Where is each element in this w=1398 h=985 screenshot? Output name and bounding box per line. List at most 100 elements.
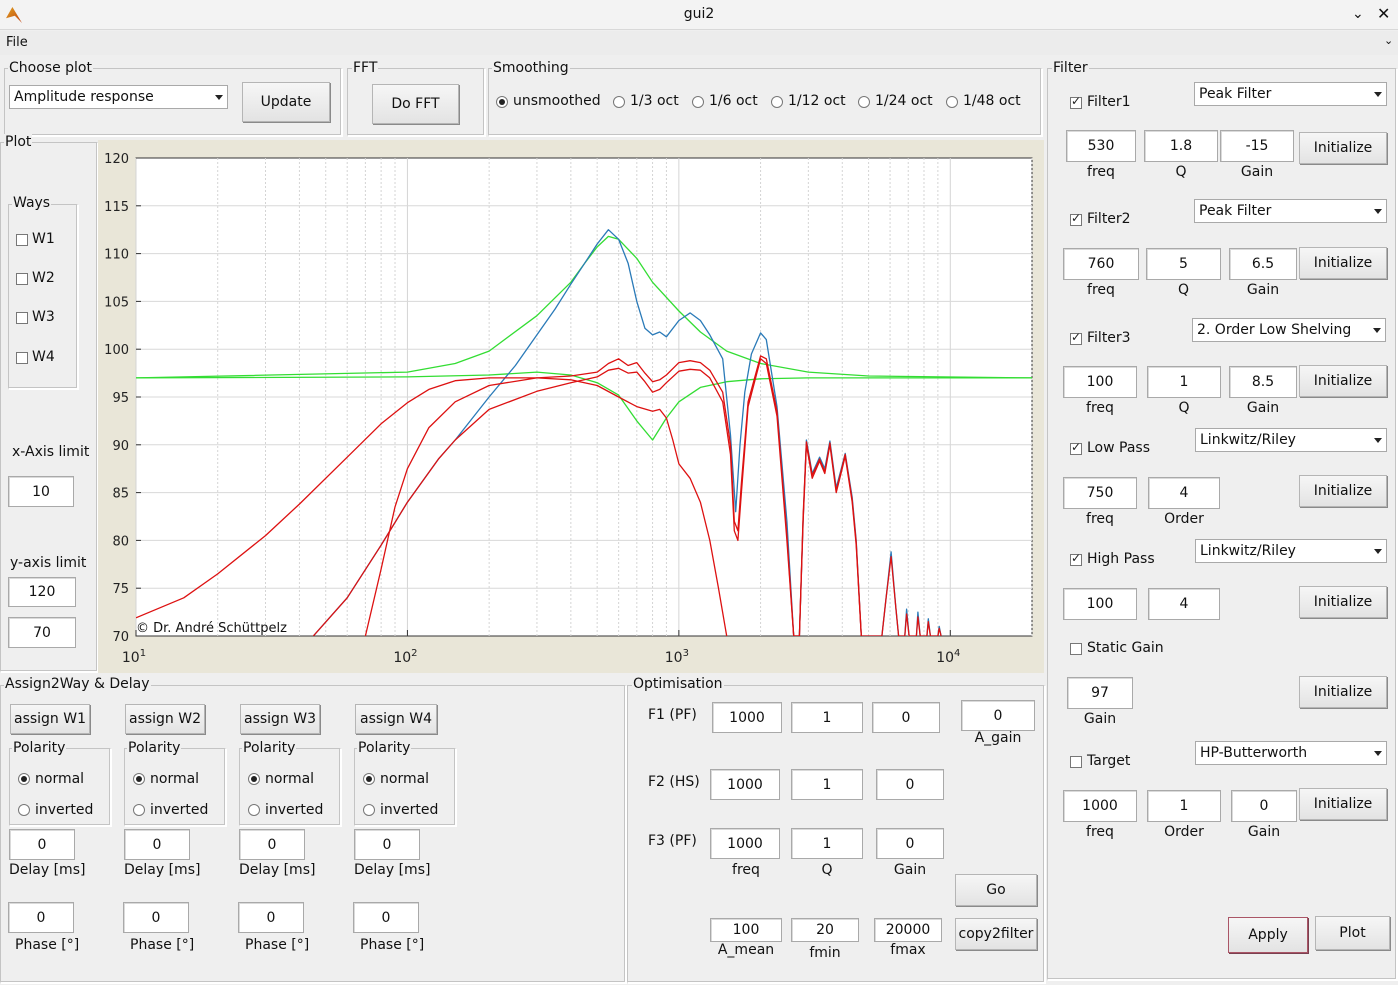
x-axis-limit-input[interactable]: 10 — [8, 476, 74, 507]
f2-gain-input[interactable]: 6.5 — [1229, 248, 1297, 280]
lp-freq-input[interactable]: 750 — [1063, 477, 1137, 509]
target-initialize-button[interactable]: Initialize — [1299, 788, 1387, 820]
polarity-normal-radio[interactable] — [18, 773, 30, 785]
target-type-dropdown[interactable]: HP-Butterworth — [1195, 741, 1387, 765]
opt-input[interactable]: 0 — [876, 828, 944, 859]
delay-input[interactable]: 0 — [9, 829, 75, 860]
fft-title: FFT — [352, 60, 379, 76]
polarity-normal-radio[interactable] — [248, 773, 260, 785]
go-button[interactable]: Go — [955, 874, 1037, 906]
way-checkbox-1[interactable] — [16, 234, 28, 246]
f2-type-dropdown[interactable]: Peak Filter — [1194, 199, 1387, 223]
f1-type-dropdown[interactable]: Peak Filter — [1194, 82, 1387, 106]
apply-button[interactable]: Apply — [1228, 917, 1308, 953]
smoothing-radio-2[interactable] — [692, 96, 704, 108]
opt-input[interactable]: 1 — [791, 702, 863, 733]
phase-input[interactable]: 0 — [123, 902, 189, 933]
do-fft-button[interactable]: Do FFT — [372, 84, 459, 124]
phase-input[interactable]: 0 — [353, 902, 419, 933]
f1-q-input[interactable]: 1.8 — [1144, 130, 1218, 162]
f2-initialize-button[interactable]: Initialize — [1299, 247, 1387, 279]
file-menu[interactable]: File — [6, 35, 28, 50]
static-initialize-button[interactable]: Initialize — [1299, 676, 1387, 708]
polarity-normal-radio[interactable] — [133, 773, 145, 785]
f1-gain-input[interactable]: -15 — [1220, 130, 1294, 162]
opt-input[interactable]: 1 — [791, 769, 863, 800]
lp-type-dropdown[interactable]: Linkwitz/Riley — [1195, 428, 1387, 452]
opt-input[interactable]: 1000 — [710, 828, 780, 859]
target-gain-input[interactable]: 0 — [1231, 790, 1297, 822]
plot-type-dropdown[interactable]: Amplitude response — [9, 85, 228, 109]
f3-initialize-button[interactable]: Initialize — [1299, 365, 1387, 397]
smoothing-radio-5[interactable] — [946, 96, 958, 108]
hp-order-input[interactable]: 4 — [1148, 588, 1220, 620]
way-checkbox-4[interactable] — [16, 352, 28, 364]
opt-input[interactable]: 0 — [876, 769, 944, 800]
f1-initialize-button[interactable]: Initialize — [1299, 132, 1387, 164]
menu-bar: File ⌄ — [0, 31, 1398, 55]
smoothing-radio-1[interactable] — [613, 96, 625, 108]
way-checkbox-3[interactable] — [16, 312, 28, 324]
hp-type-dropdown[interactable]: Linkwitz/Riley — [1195, 539, 1387, 563]
a-mean-input[interactable]: 100 — [710, 918, 782, 942]
delay-input[interactable]: 0 — [239, 829, 305, 860]
f2-q-input[interactable]: 5 — [1146, 248, 1221, 280]
plot-button[interactable]: Plot — [1315, 916, 1390, 950]
f3-q-input[interactable]: 1 — [1147, 366, 1221, 398]
a-gain-input[interactable]: 0 — [961, 700, 1035, 731]
lp-order-input[interactable]: 4 — [1148, 477, 1220, 509]
minimize-chevron-icon[interactable]: ⌄ — [1352, 6, 1364, 22]
target-order-label: Order — [1164, 824, 1204, 840]
fmax-label: fmax — [890, 942, 926, 958]
polarity-normal-radio[interactable] — [363, 773, 375, 785]
polarity-inverted-radio[interactable] — [18, 804, 30, 816]
static-gain-input[interactable]: 97 — [1067, 677, 1133, 709]
f2-checkbox[interactable] — [1070, 211, 1082, 226]
delay-input[interactable]: 0 — [124, 829, 190, 860]
smoothing-radio-4[interactable] — [858, 96, 870, 108]
target-checkbox[interactable] — [1070, 756, 1082, 768]
opt-input[interactable]: 1 — [791, 828, 863, 859]
fmin-label: fmin — [809, 945, 841, 961]
opt-input[interactable]: 1000 — [712, 702, 782, 733]
phase-input[interactable]: 0 — [238, 902, 304, 933]
y-axis-min-input[interactable]: 70 — [8, 617, 76, 648]
smoothing-radio-3[interactable] — [771, 96, 783, 108]
fmax-input[interactable]: 20000 — [874, 918, 942, 942]
static-checkbox[interactable] — [1070, 643, 1082, 655]
f2-freq-input[interactable]: 760 — [1063, 248, 1139, 280]
opt-input[interactable]: 0 — [872, 702, 940, 733]
copy2filter-button[interactable]: copy2filter — [955, 918, 1037, 950]
delay-input[interactable]: 0 — [354, 829, 420, 860]
polarity-inverted-radio[interactable] — [363, 804, 375, 816]
assign-w2-button[interactable]: assign W2 — [125, 704, 205, 734]
assign-w3-button[interactable]: assign W3 — [240, 704, 320, 734]
lp-initialize-button[interactable]: Initialize — [1299, 475, 1387, 507]
fmin-input[interactable]: 20 — [791, 918, 859, 942]
update-button[interactable]: Update — [242, 82, 330, 122]
f1-freq-input[interactable]: 530 — [1066, 130, 1136, 162]
f3-type-dropdown[interactable]: 2. Order Low Shelving — [1192, 318, 1386, 342]
hp-freq-input[interactable]: 100 — [1063, 588, 1137, 620]
phase-input[interactable]: 0 — [8, 902, 74, 933]
opt-input[interactable]: 1000 — [710, 769, 780, 800]
close-icon[interactable]: ✕ — [1377, 4, 1390, 23]
target-order-input[interactable]: 1 — [1147, 790, 1221, 822]
polarity-inverted-radio[interactable] — [248, 804, 260, 816]
f3-freq-input[interactable]: 100 — [1063, 366, 1137, 398]
y-axis-max-input[interactable]: 120 — [8, 577, 76, 607]
toolbar-toggle-icon[interactable]: ⌄ — [1384, 34, 1393, 47]
lp-checkbox[interactable] — [1070, 440, 1082, 455]
assign-w1-button[interactable]: assign W1 — [10, 704, 90, 734]
f3-checkbox[interactable] — [1070, 330, 1082, 345]
hp-initialize-button[interactable]: Initialize — [1299, 586, 1387, 618]
polarity-inverted-radio[interactable] — [133, 804, 145, 816]
target-freq-input[interactable]: 1000 — [1063, 790, 1137, 822]
hp-checkbox[interactable] — [1070, 551, 1082, 566]
f3-gain-input[interactable]: 8.5 — [1229, 366, 1297, 398]
way-checkbox-2[interactable] — [16, 273, 28, 285]
f1-checkbox[interactable] — [1070, 94, 1082, 109]
assign-w4-button[interactable]: assign W4 — [355, 704, 437, 734]
x-tick-label: 103 — [665, 648, 689, 666]
smoothing-radio-0[interactable] — [496, 96, 508, 108]
